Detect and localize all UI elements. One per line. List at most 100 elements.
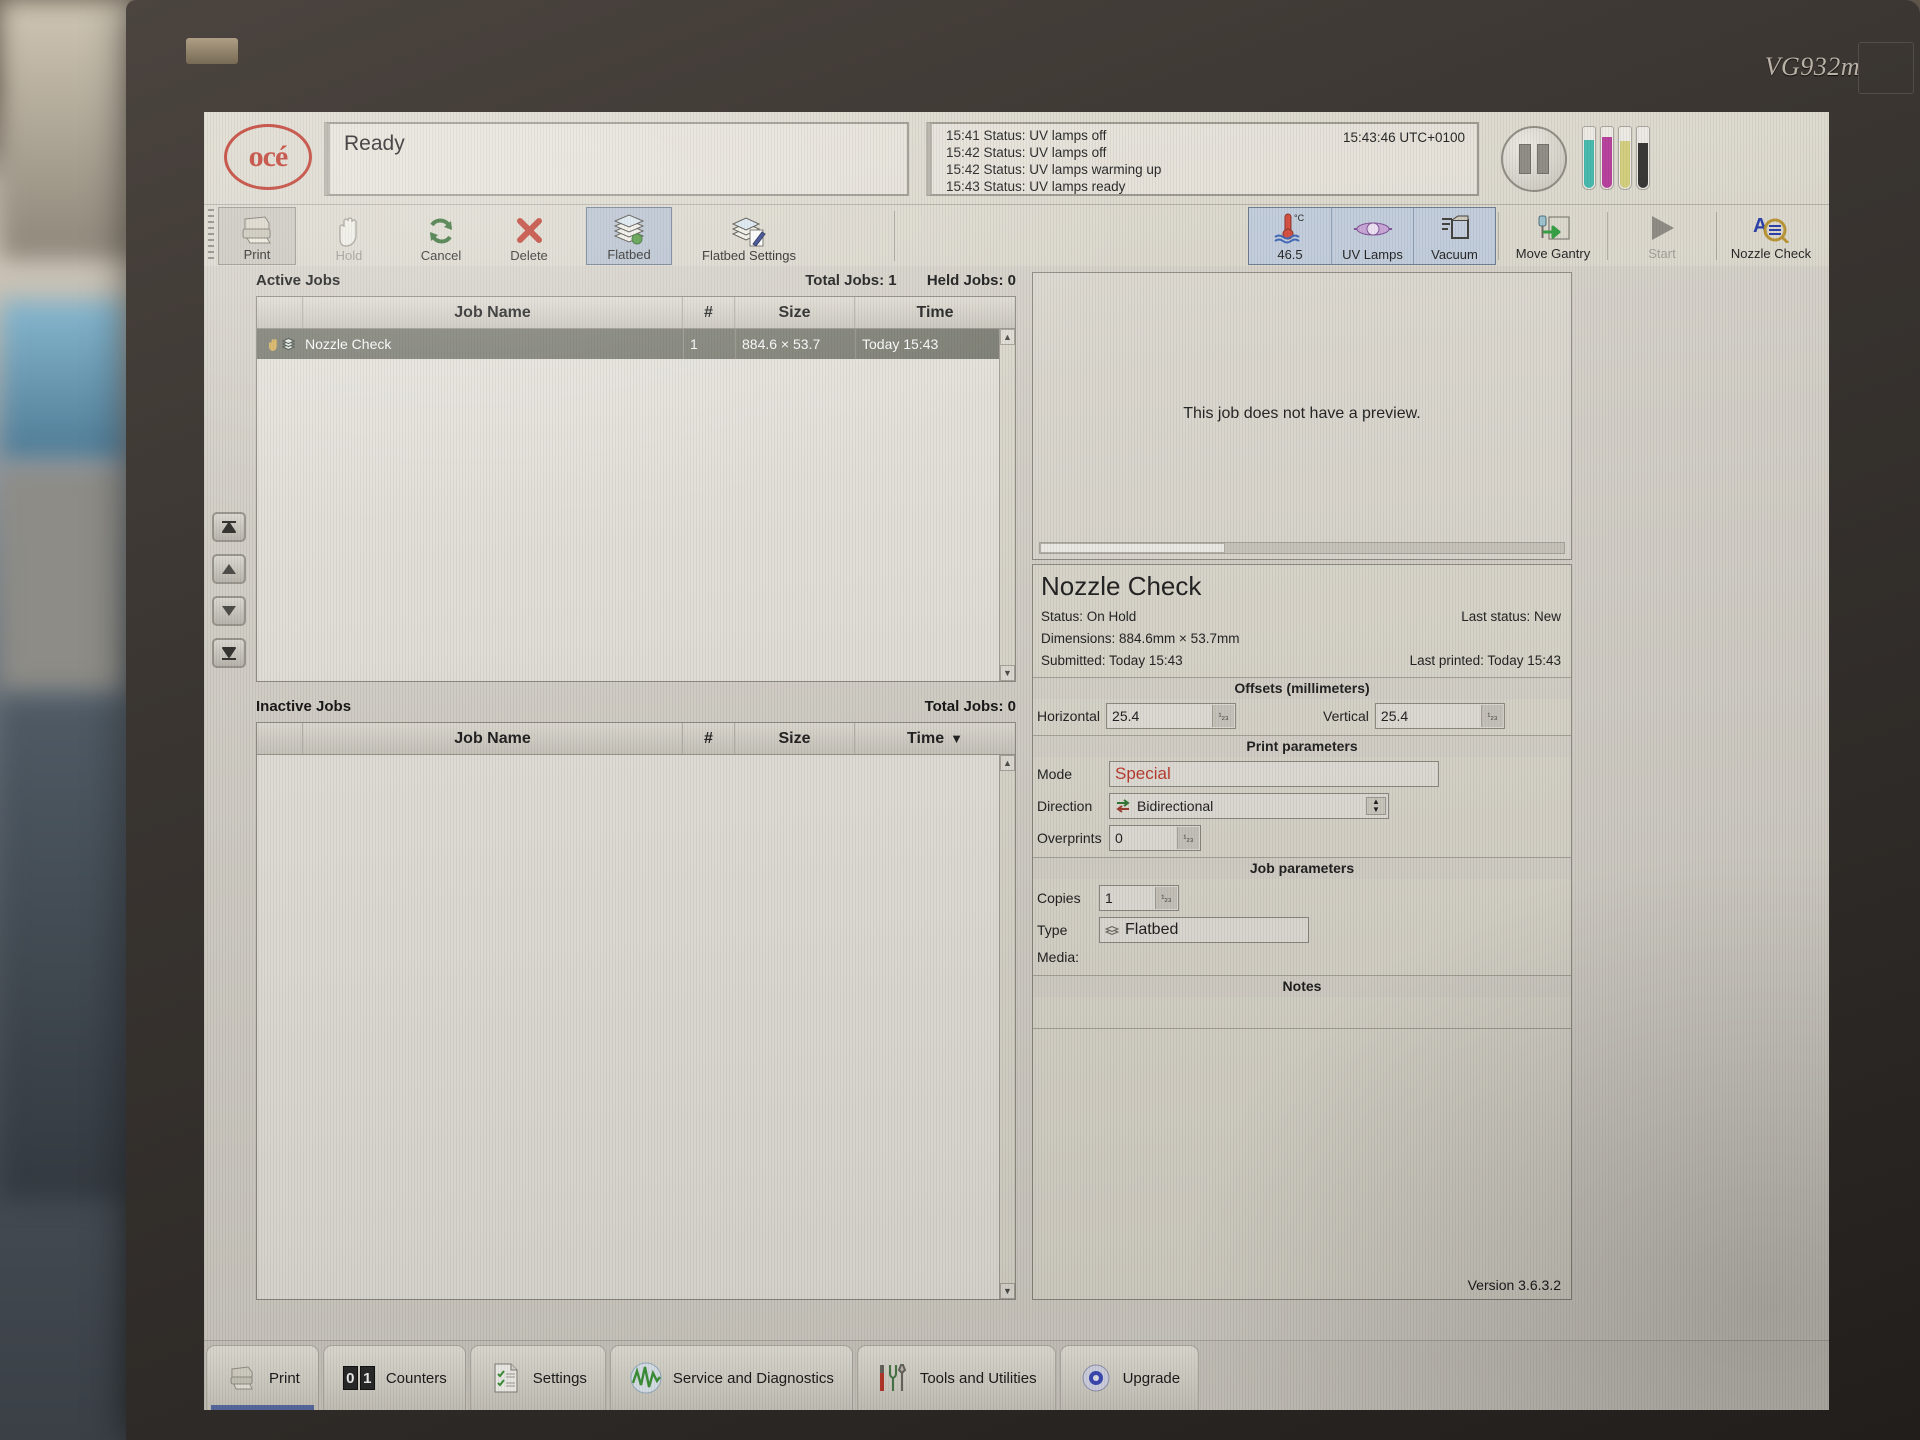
horizontal-offset-input[interactable]: 25.4 ¹₂₃: [1106, 703, 1237, 729]
nozzle-check-icon: A: [1751, 213, 1791, 246]
inactive-jobs-table[interactable]: Job Name # Size Time ▼ ▲ ▼: [256, 722, 1016, 1300]
media-label: Media:: [1037, 949, 1080, 965]
bezel-sticker: [186, 38, 238, 64]
monitor-screen: océ Ready 15:43:46 UTC+0100 15:41 Status…: [204, 112, 1829, 1410]
toolbar-button-label: Cancel: [420, 248, 462, 263]
column-header-count[interactable]: #: [683, 297, 735, 328]
taskbar-item-print[interactable]: Print: [206, 1345, 319, 1410]
pause-icon-bar: [1519, 144, 1531, 174]
scroll-down-icon[interactable]: ▼: [1000, 1283, 1015, 1299]
nozzle-check-button[interactable]: A Nozzle Check: [1719, 207, 1823, 263]
mode-label: Mode: [1037, 766, 1073, 782]
preview-message: This job does not have a preview.: [1183, 405, 1421, 422]
column-header-count[interactable]: #: [683, 723, 735, 754]
job-detail-title: Nozzle Check: [1041, 571, 1202, 601]
direction-select[interactable]: Bidirectional ▲ ▼: [1109, 793, 1389, 819]
inactive-total-jobs: Total Jobs: 0: [924, 698, 1016, 715]
taskbar-item-tools-and-utilities[interactable]: Tools and Utilities: [856, 1345, 1056, 1410]
column-header-size[interactable]: Size: [735, 723, 855, 754]
stepper-icon[interactable]: ¹₂₃: [1155, 887, 1177, 909]
toolbar-separator: [894, 211, 895, 261]
scroll-down-icon[interactable]: ▼: [1000, 665, 1015, 681]
toolbar-flatbed-settings-button[interactable]: Flatbed Settings: [676, 207, 822, 265]
column-header-icon[interactable]: [257, 297, 303, 328]
down-arrow-icon: [222, 606, 236, 616]
main-toolbar: Print Hold Cancel Delete Flatbed Flatbed…: [204, 204, 1829, 266]
overprints-input[interactable]: 0 ¹₂₃: [1109, 825, 1201, 851]
active-held-jobs: Held Jobs: 0: [926, 272, 1016, 289]
move-up-button[interactable]: [212, 554, 246, 584]
column-header-time[interactable]: Time: [855, 297, 1015, 328]
table-row[interactable]: Nozzle Check 1 884.6 × 53.7 Today 15:43: [257, 329, 1015, 359]
ink-level-indicators: [1582, 126, 1658, 192]
print-parameters-section-title: Print parameters: [1033, 735, 1571, 757]
column-header-time[interactable]: Time ▼: [855, 723, 1015, 754]
notes-field[interactable]: [1033, 997, 1571, 1029]
monitor-bezel: VG932m océ Ready 15:43:46 UTC+0100 15:41…: [126, 0, 1920, 1440]
vertical-offset-input[interactable]: 25.4 ¹₂₃: [1374, 703, 1505, 729]
notes-section-title: Notes: [1033, 975, 1571, 997]
vacuum-button[interactable]: Vacuum: [1413, 208, 1495, 264]
active-jobs-scrollbar[interactable]: ▲ ▼: [999, 329, 1015, 681]
uv-lamps-button[interactable]: UV Lamps: [1331, 208, 1413, 264]
column-header-job-name[interactable]: Job Name: [303, 723, 683, 754]
toolbar-right-section: °C 46.5 UV Lamps Vacuum Move Gantry Star…: [1248, 207, 1823, 265]
job-last-printed: Last printed: Today 15:43: [1409, 653, 1561, 668]
toolbar-cancel-button[interactable]: Cancel: [402, 207, 480, 265]
bidirectional-icon: [1116, 799, 1130, 813]
overprints-row: Overprints 0 ¹₂₃: [1037, 825, 1201, 851]
printer-status-text: Ready: [344, 132, 405, 155]
taskbar-item-label: Print: [269, 1369, 300, 1387]
type-select[interactable]: Flatbed: [1099, 917, 1309, 943]
ink-fill: [1584, 139, 1594, 188]
taskbar-item-settings[interactable]: Settings: [469, 1345, 606, 1410]
move-to-top-button[interactable]: [212, 512, 246, 542]
mode-input[interactable]: Special: [1109, 761, 1439, 787]
scroll-up-icon[interactable]: ▲: [1000, 755, 1015, 771]
offsets-section-title: Offsets (millimeters): [1033, 677, 1571, 699]
temperature-button[interactable]: °C 46.5: [1249, 208, 1331, 264]
machine-controls-group: °C 46.5 UV Lamps Vacuum: [1248, 207, 1496, 265]
toolbar-button-label: Print: [243, 247, 271, 262]
move-down-button[interactable]: [212, 596, 246, 626]
copies-input[interactable]: 1 ¹₂₃: [1099, 885, 1179, 911]
direction-label: Direction: [1037, 798, 1093, 814]
toolbar-delete-button[interactable]: Delete: [490, 207, 568, 265]
stepper-icon[interactable]: ¹₂₃: [1480, 705, 1503, 727]
mode-value: Special: [1115, 764, 1171, 783]
taskbar-item-label: Settings: [532, 1369, 587, 1387]
active-jobs-table[interactable]: Job Name # Size Time Nozzle Check 1 884.…: [256, 296, 1016, 682]
taskbar-item-counters[interactable]: 01 Counters: [322, 1345, 466, 1410]
toolbar-hold-button[interactable]: Hold: [310, 207, 388, 265]
vertical-offset-label: Vertical: [1323, 708, 1369, 724]
column-header-job-name[interactable]: Job Name: [303, 297, 683, 328]
toolbar-separator: [1607, 212, 1608, 260]
move-gantry-button[interactable]: Move Gantry: [1501, 207, 1605, 263]
toolbar-drag-handle[interactable]: [208, 209, 214, 263]
preview-horizontal-scrollbar[interactable]: [1039, 542, 1565, 554]
start-button[interactable]: Start: [1610, 207, 1714, 263]
taskbar-item-upgrade[interactable]: Upgrade: [1059, 1345, 1200, 1410]
move-to-bottom-button[interactable]: [212, 638, 246, 668]
chevron-updown-icon[interactable]: ▲ ▼: [1366, 797, 1386, 815]
taskbar-item-service-and-diagnostics[interactable]: Service and Diagnostics: [609, 1345, 853, 1410]
stack-icon: [612, 213, 646, 247]
stepper-icon[interactable]: ¹₂₃: [1212, 705, 1235, 727]
stepper-icon[interactable]: ¹₂₃: [1177, 827, 1199, 849]
pause-button[interactable]: [1501, 126, 1567, 192]
toolbar-flatbed-button[interactable]: Flatbed: [586, 207, 672, 265]
refresh-icon: [426, 214, 456, 248]
inactive-jobs-scrollbar[interactable]: ▲ ▼: [999, 755, 1015, 1299]
type-row: Type Flatbed: [1037, 917, 1309, 943]
vertical-offset-row: Vertical 25.4 ¹₂₃: [1323, 703, 1505, 729]
stack-icon: [281, 337, 295, 351]
taskbar-item-label: Service and Diagnostics: [672, 1369, 834, 1387]
ink-fill: [1638, 143, 1648, 188]
copies-row: Copies 1 ¹₂₃: [1037, 885, 1179, 911]
column-header-size[interactable]: Size: [735, 297, 855, 328]
toolbar-print-button[interactable]: Print: [218, 207, 296, 265]
scrollbar-thumb[interactable]: [1040, 543, 1225, 553]
column-header-icon[interactable]: [257, 723, 303, 754]
status-log-box[interactable]: 15:43:46 UTC+0100 15:41 Status: UV lamps…: [926, 122, 1479, 196]
scroll-up-icon[interactable]: ▲: [1000, 329, 1015, 345]
